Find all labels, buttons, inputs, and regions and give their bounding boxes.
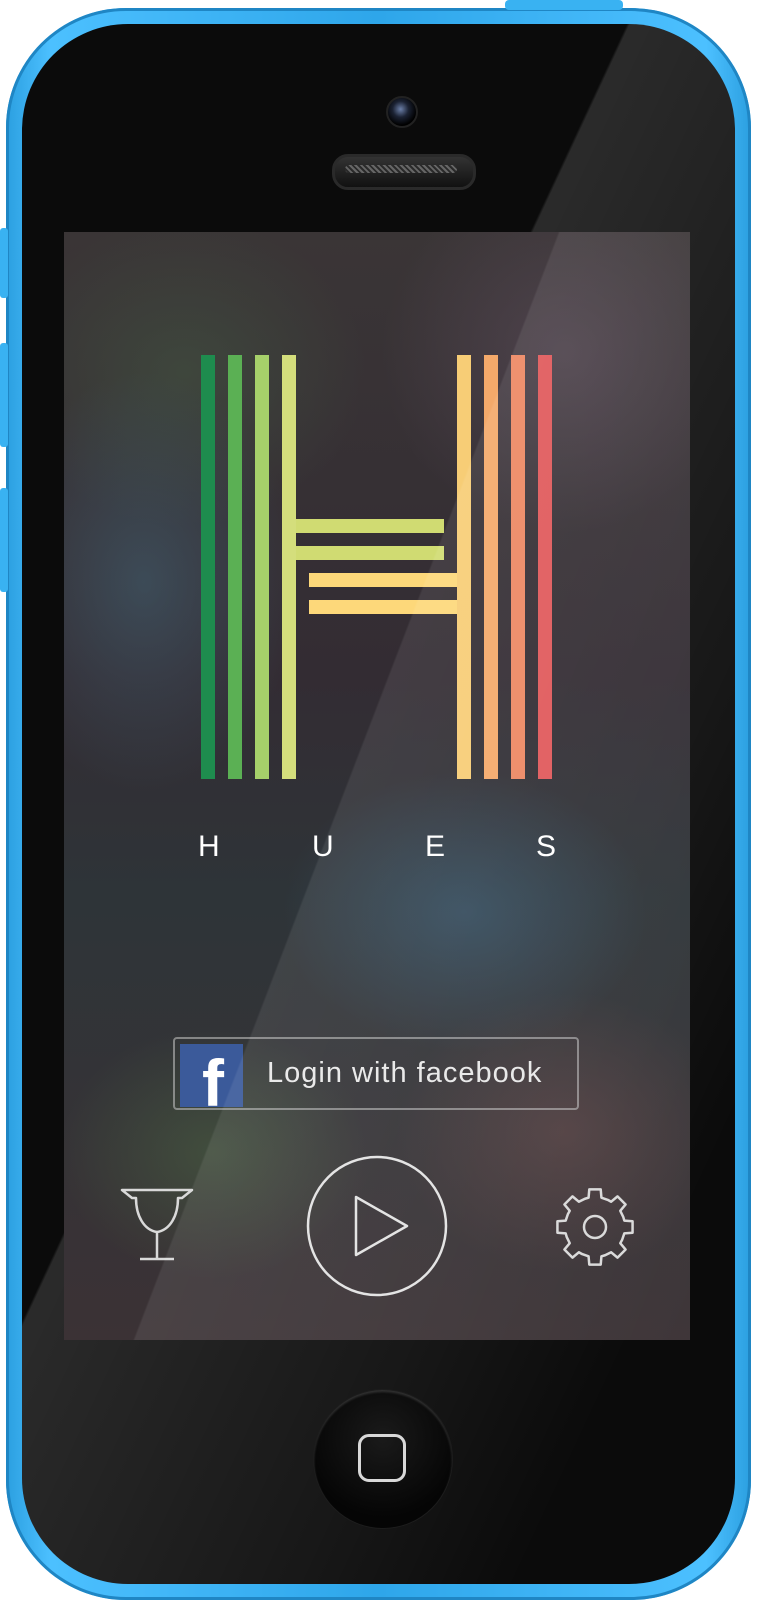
home-button[interactable] [314, 1390, 452, 1528]
wordmark-letter: U [312, 830, 334, 863]
logo-right-bar [538, 355, 552, 779]
wordmark-letter: E [425, 830, 446, 863]
facebook-login-label: Login with facebook [267, 1057, 543, 1089]
mute-switch [0, 228, 8, 298]
app-wordmark: H U E S [184, 830, 584, 870]
power-button [505, 0, 623, 10]
logo-crossbar [296, 546, 444, 560]
device-bezel: H U E S f Login with facebook [22, 24, 735, 1584]
facebook-letter: f [202, 1046, 224, 1107]
logo-right-bar [457, 355, 471, 779]
logo-crossbar [309, 600, 457, 614]
hues-logo-icon [201, 355, 552, 779]
logo-right-bar [484, 355, 498, 779]
logo-crossbar [309, 573, 457, 587]
logo-left-bar [255, 355, 269, 779]
gear-icon[interactable] [554, 1186, 636, 1268]
device-shell: H U E S f Login with facebook [0, 0, 751, 1600]
volume-down-button [0, 488, 8, 592]
facebook-login-button[interactable]: f Login with facebook [173, 1037, 579, 1110]
home-square-icon [358, 1434, 406, 1482]
play-icon[interactable] [305, 1154, 449, 1298]
logo-left-bar [201, 355, 215, 779]
app-screen: H U E S f Login with facebook [64, 232, 690, 1340]
camera-icon [386, 96, 418, 128]
wordmark-letter: H [198, 830, 220, 863]
trophy-icon[interactable] [120, 1182, 194, 1262]
logo-crossbar [296, 519, 444, 533]
wordmark-letter: S [536, 830, 557, 863]
speaker-grille [332, 154, 476, 190]
logo-left-bar [228, 355, 242, 779]
logo-right-bar [511, 355, 525, 779]
volume-up-button [0, 343, 8, 447]
logo-left-bar [282, 355, 296, 779]
facebook-icon: f [180, 1044, 243, 1107]
